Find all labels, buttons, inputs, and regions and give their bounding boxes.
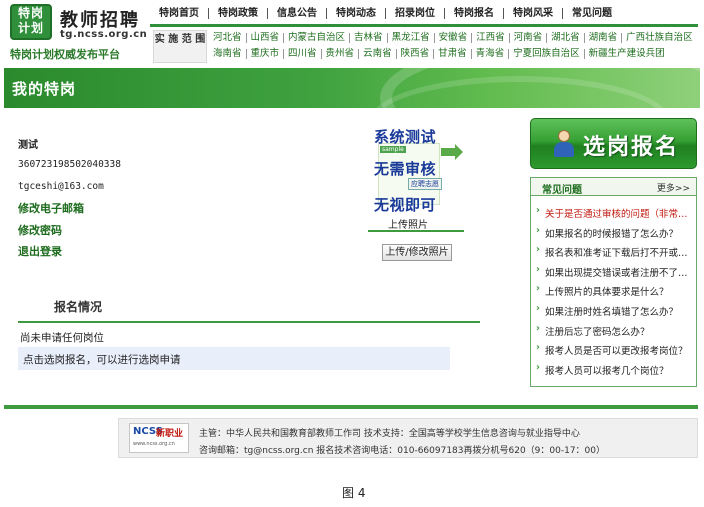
site-slogan: 特岗计划权威发布平台 [10, 48, 120, 61]
user-email: tgceshi@163.com [18, 181, 104, 192]
page-banner: 我的特岗 [4, 68, 700, 108]
site-logo[interactable]: 特岗 计划 [10, 4, 52, 40]
faq-more-link[interactable]: 更多>> [657, 181, 690, 194]
province-link[interactable]: 吉林省 [350, 33, 388, 43]
faq-item[interactable]: 如果报名的时候报错了怎么办？ [531, 226, 696, 246]
user-icon [553, 130, 575, 158]
upload-photo-button[interactable]: 上传/修改照片 [382, 244, 452, 261]
nav-item-positions[interactable]: 招录岗位 [386, 8, 445, 19]
province-link[interactable]: 内蒙古自治区 [284, 33, 351, 43]
nav-item-news[interactable]: 特岗动态 [327, 8, 386, 19]
photo-preview: 系统测试 sample 无需审核 应聘志愿 无视即可 上传照片 [368, 126, 464, 232]
footer-contact-text: 咨询邮箱：tg@ncss.org.cn 报名技术咨询电话：010-6609718… [199, 446, 606, 456]
province-link[interactable]: 江西省 [472, 33, 510, 43]
logo-text-line2: 计划 [17, 21, 44, 35]
faq-item[interactable]: 如果注册时姓名填错了怎么办？ [531, 304, 696, 324]
faq-item[interactable]: 关于是否通过审核的问题（非常重要） [531, 206, 696, 226]
logout-link[interactable]: 退出登录 [18, 243, 62, 259]
faq-title: 常见问题 [542, 185, 582, 196]
province-link[interactable]: 新疆生产建设兵团 [585, 49, 669, 59]
nav-item-showcase[interactable]: 特岗风采 [504, 8, 563, 19]
arrow-right-icon [441, 144, 463, 160]
province-list-row1: 河北省 山西省 内蒙古自治区 吉林省 黑龙江省 安徽省 江西省 河南省 湖北省 … [213, 31, 697, 45]
application-hint: 点击选岗报名，可以进行选岗申请 [18, 347, 450, 370]
main-nav: 特岗首页 特岗政策 信息公告 特岗动态 招录岗位 特岗报名 特岗风采 常见问题 [150, 5, 698, 22]
footer-sponsor-text: 主管：中华人民共和国教育部教师工作司 技术支持：全国高等学校学生信息咨询与就业指… [199, 429, 580, 439]
province-link[interactable]: 广西壮族自治区 [622, 33, 697, 43]
user-id-card: 360723198502040338 [18, 159, 121, 170]
faq-item[interactable]: 报考人员可以报考几个岗位？ [531, 363, 696, 383]
faq-item[interactable]: 报考人员是否可以更改报考岗位？ [531, 343, 696, 363]
apply-button-label: 选岗报名 [583, 135, 680, 160]
province-link[interactable]: 四川省 [284, 49, 322, 59]
nav-item-policy[interactable]: 特岗政策 [209, 8, 268, 19]
photo-stamp: sample [380, 146, 406, 153]
faq-item[interactable]: 报名表和准考证下载后打不开或者乱码怎么办？ [531, 245, 696, 265]
province-list-row2: 海南省 重庆市 四川省 贵州省 云南省 陕西省 甘肃省 青海省 宁夏回族自治区 … [213, 47, 669, 61]
photo-text: 无需审核 [374, 160, 437, 178]
nav-item-faq[interactable]: 常见问题 [563, 8, 621, 19]
province-link[interactable]: 海南省 [213, 49, 247, 59]
logo-text-line1: 特岗 [17, 6, 44, 20]
faq-item[interactable]: 上传照片的具体要求是什么？ [531, 284, 696, 304]
nav-item-home[interactable]: 特岗首页 [150, 8, 209, 19]
province-link[interactable]: 重庆市 [247, 49, 285, 59]
faq-item[interactable]: 如果出现提交错误或者注册不了的情况怎么办？ [531, 265, 696, 285]
faq-panel: 常见问题 更多>> 关于是否通过审核的问题（非常重要） 如果报名的时候报错了怎么… [530, 177, 697, 387]
province-link[interactable]: 陕西省 [397, 49, 435, 59]
faq-list: 关于是否通过审核的问题（非常重要） 如果报名的时候报错了怎么办？ 报名表和准考证… [531, 206, 696, 382]
province-link[interactable]: 安徽省 [435, 33, 473, 43]
page-title: 我的特岗 [12, 80, 77, 98]
scope-label: 实 施 范 围 [153, 30, 207, 63]
photo-text: 系统测试 [374, 128, 437, 146]
photo-text: 无视即可 [374, 196, 437, 214]
site-header: 特岗 计划 教师招聘 tg.ncss.org.cn 特岗计划权威发布平台 特岗首… [0, 0, 704, 68]
figure-caption: 图 4 [342, 486, 366, 500]
section-divider [18, 321, 480, 323]
application-status-title: 报名情况 [54, 300, 103, 314]
province-link[interactable]: 青海省 [472, 49, 510, 59]
province-link[interactable]: 黑龙江省 [388, 33, 435, 43]
faq-header: 常见问题 更多>> [531, 178, 696, 196]
province-link[interactable]: 甘肃省 [434, 49, 472, 59]
photo-caption: 上传照片 [388, 220, 428, 231]
footer-logo[interactable]: NCSS 新职业 www.ncss.org.cn [129, 423, 189, 453]
province-link[interactable]: 云南省 [359, 49, 397, 59]
nav-item-announcements[interactable]: 信息公告 [268, 8, 327, 19]
photo-stamp: 应聘志愿 [408, 178, 442, 190]
footer-logo-xinzhiye: 新职业 [156, 429, 184, 439]
province-link[interactable]: 贵州省 [322, 49, 360, 59]
site-url: tg.ncss.org.cn [60, 29, 148, 40]
province-link[interactable]: 湖南省 [585, 33, 623, 43]
nav-divider [150, 24, 698, 27]
province-link[interactable]: 山西省 [247, 33, 285, 43]
edit-email-link[interactable]: 修改电子邮箱 [18, 200, 84, 216]
application-empty-message: 尚未申请任何岗位 [20, 332, 104, 344]
footer-logo-url: www.ncss.org.cn [133, 441, 175, 447]
user-name: 测试 [18, 140, 38, 151]
nav-item-registration[interactable]: 特岗报名 [445, 8, 504, 19]
province-link[interactable]: 湖北省 [547, 33, 585, 43]
footer-divider [4, 405, 698, 409]
province-link[interactable]: 河南省 [510, 33, 548, 43]
edit-password-link[interactable]: 修改密码 [18, 222, 62, 238]
province-link[interactable]: 河北省 [213, 33, 247, 43]
select-position-apply-button[interactable]: 选岗报名 [530, 118, 697, 169]
province-link[interactable]: 宁夏回族自治区 [509, 49, 585, 59]
site-footer: NCSS 新职业 www.ncss.org.cn 主管：中华人民共和国教育部教师… [118, 418, 698, 458]
faq-item[interactable]: 注册后忘了密码怎么办？ [531, 324, 696, 344]
